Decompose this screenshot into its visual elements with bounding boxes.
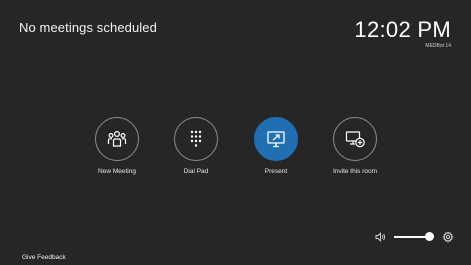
invite-room-button[interactable]: Invite this room: [316, 117, 394, 175]
invite-room-label: Invite this room: [332, 168, 378, 175]
room-name: MEDBot 14: [425, 43, 451, 49]
people-group-icon: [107, 130, 127, 147]
dial-pad-label: Dial Pad: [183, 168, 209, 175]
give-feedback-link[interactable]: Give Feedback: [22, 254, 66, 261]
volume-slider-thumb[interactable]: [425, 232, 434, 241]
gear-icon[interactable]: [442, 231, 454, 243]
new-meeting-label: New Meeting: [98, 168, 136, 175]
dial-pad-button[interactable]: Dial Pad: [157, 117, 235, 175]
new-meeting-button[interactable]: New Meeting: [78, 117, 156, 175]
present-label: Present: [264, 168, 288, 175]
present-button[interactable]: Present: [237, 117, 315, 175]
new-meeting-circle[interactable]: [95, 117, 139, 161]
invite-room-circle[interactable]: [333, 117, 377, 161]
speaker-icon[interactable]: [375, 232, 386, 242]
dialpad-icon: [190, 130, 202, 147]
status-message: No meetings scheduled: [19, 20, 157, 35]
clock-time: 12:02 PM: [354, 17, 451, 42]
dial-pad-circle[interactable]: [174, 117, 218, 161]
present-screen-icon: [267, 131, 285, 148]
present-circle[interactable]: [254, 117, 298, 161]
invite-room-icon: [345, 131, 365, 148]
